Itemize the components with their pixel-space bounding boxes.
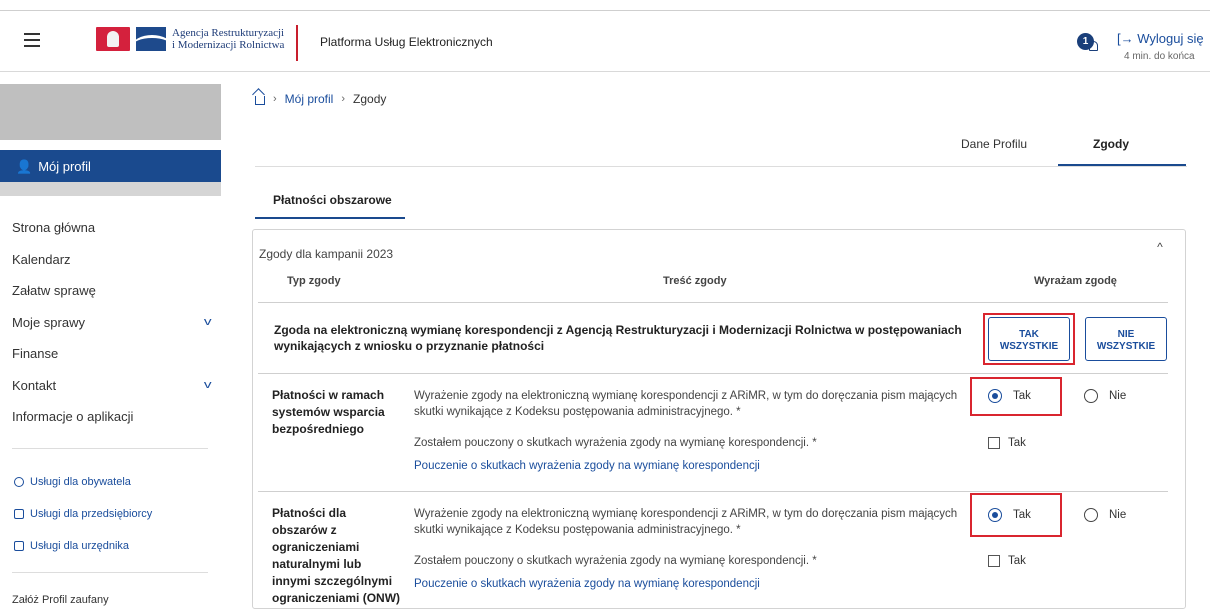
radio-unselected-icon — [1084, 389, 1098, 403]
sidebar-item-home[interactable]: Strona główna — [12, 212, 210, 244]
logo-line-2: i Modernizacji Rolnictwa — [172, 39, 285, 51]
sidebar-strip — [0, 182, 221, 196]
sidebar-item-handle-matter[interactable]: Załatw sprawę — [12, 275, 210, 307]
sidebar-services: Usługi dla obywatela Usługi dla przedsię… — [14, 466, 152, 562]
informed-checkbox[interactable]: Tak — [988, 437, 1026, 449]
chevron-down-icon: v — [203, 316, 212, 329]
sidebar-item-my-matters[interactable]: Moje sprawy v — [12, 307, 212, 339]
checkbox-icon — [988, 437, 1000, 449]
consent-no-radio[interactable]: Nie — [1084, 389, 1126, 403]
row-divider — [258, 491, 1168, 492]
section-title: Płatności dla obszarów z ograniczeniami … — [272, 506, 401, 605]
sidebar-item-contact[interactable]: Kontakt v — [12, 370, 212, 402]
sidebar-item-label: Załatw sprawę — [12, 283, 96, 299]
services-citizen-link[interactable]: Usługi dla obywatela — [14, 466, 152, 498]
service-label: Usługi dla przedsiębiorcy — [30, 508, 153, 520]
no-all-button[interactable]: NIE WSZYSTKIE — [1085, 317, 1167, 361]
sidebar-banner — [0, 84, 221, 140]
hamburger-menu-icon[interactable] — [24, 33, 40, 47]
column-header-consent: Wyrażam zgodę — [1034, 275, 1117, 287]
user-icon: 👤 — [16, 159, 33, 174]
bell-icon — [1089, 41, 1098, 51]
global-consent-text: Zgoda na elektroniczną wymianę korespond… — [274, 323, 962, 353]
sidebar-item-label: Finanse — [12, 346, 59, 362]
highlight-box — [970, 493, 1062, 537]
highlight-box — [970, 377, 1062, 416]
sidebar-divider — [12, 448, 208, 449]
service-label: Usługi dla obywatela — [30, 476, 131, 488]
sidebar-item-label: Kontakt — [12, 377, 57, 393]
sidebar-item-label: Mój profil — [38, 159, 91, 174]
tab-profile-data[interactable]: Dane Profilu — [961, 137, 1027, 151]
sidebar-item-calendar[interactable]: Kalendarz — [12, 244, 210, 276]
logout-icon: [→ — [1117, 31, 1134, 46]
section-title: Płatności w ramach systemów wsparcia bez… — [272, 388, 385, 436]
row-divider — [258, 373, 1168, 374]
services-business-link[interactable]: Usługi dla przedsiębiorcy — [14, 498, 152, 530]
sidebar-item-app-info[interactable]: Informacje o aplikacji — [12, 401, 210, 433]
monitor-icon — [14, 541, 24, 551]
trusted-profile-link[interactable]: Załóż Profil zaufany — [12, 594, 109, 606]
sidebar-item-label: Moje sprawy — [12, 314, 85, 330]
informed-text: Zostałem pouczony o skutkach wyrażenia z… — [414, 555, 817, 567]
logout-button[interactable]: [→ Wyloguj się — [1117, 31, 1204, 46]
breadcrumb-separator: › — [273, 93, 277, 105]
logout-label: Wyloguj się — [1137, 31, 1204, 46]
home-icon[interactable] — [255, 96, 265, 105]
breadcrumb-my-profile[interactable]: Mój profil — [285, 92, 334, 106]
informed-text: Zostałem pouczony o skutkach wyrażenia z… — [414, 437, 817, 449]
briefcase-icon — [14, 509, 24, 519]
notifications-button[interactable]: 1 — [1077, 33, 1107, 57]
informed-checkbox[interactable]: Tak — [988, 555, 1026, 567]
radio-unselected-icon — [1084, 508, 1098, 522]
checkbox-label: Tak — [1008, 555, 1026, 567]
consent-text: Wyrażenie zgody na elektroniczną wymianę… — [414, 508, 958, 536]
no-all-label-1: NIE — [1117, 329, 1135, 340]
highlight-box — [983, 313, 1075, 365]
chevron-down-icon: v — [203, 379, 212, 392]
column-header-content: Treść zgody — [663, 275, 727, 287]
header-divider — [296, 25, 298, 61]
arimr-logo[interactable]: Agencja Restrukturyzacji i Modernizacji … — [96, 27, 284, 51]
checkbox-label: Tak — [1008, 437, 1026, 449]
active-tab-indicator — [1058, 164, 1186, 166]
breadcrumb-current: Zgody — [353, 92, 387, 106]
breadcrumb: › Mój profil › Zgody — [255, 92, 386, 106]
instruction-link[interactable]: Pouczenie o skutkach wyrażenia zgody na … — [414, 460, 760, 472]
consent-no-radio[interactable]: Nie — [1084, 508, 1126, 522]
radio-label: Nie — [1109, 509, 1127, 521]
logo-text: Agencja Restrukturyzacji i Modernizacji … — [172, 27, 284, 51]
session-timer: 4 min. do końca — [1124, 51, 1195, 62]
sidebar-item-label: Informacje o aplikacji — [12, 409, 134, 425]
sidebar-item-label: Strona główna — [12, 220, 96, 236]
sidebar-item-finance[interactable]: Finanse — [12, 338, 210, 370]
no-all-label-2: WSZYSTKIE — [1096, 341, 1156, 352]
person-icon — [14, 477, 24, 487]
platform-title: Platforma Usług Elektronicznych — [320, 35, 493, 49]
top-header: Agencja Restrukturyzacji i Modernizacji … — [0, 10, 1210, 72]
sidebar-menu: Strona główna Kalendarz Załatw sprawę Mo… — [12, 212, 212, 433]
row-divider — [258, 302, 1168, 303]
subtab-indicator — [255, 217, 405, 219]
service-label: Usługi dla urzędnika — [30, 540, 130, 552]
campaign-title: Zgody dla kampanii 2023 — [259, 247, 394, 261]
column-header-type: Typ zgody — [287, 275, 341, 287]
checkbox-icon — [988, 555, 1000, 567]
breadcrumb-separator: › — [341, 93, 346, 105]
instruction-link[interactable]: Pouczenie o skutkach wyrażenia zgody na … — [414, 578, 760, 590]
sidebar: 👤 Mój profil Strona główna Kalendarz Zał… — [0, 72, 222, 606]
profile-tabs: Dane Profilu Zgody — [255, 137, 1187, 167]
services-official-link[interactable]: Usługi dla urzędnika — [14, 530, 152, 562]
sidebar-item-label: Kalendarz — [12, 251, 71, 267]
sidebar-divider — [12, 572, 208, 573]
tab-consents[interactable]: Zgody — [1093, 137, 1129, 151]
radio-label: Nie — [1109, 390, 1127, 402]
chevron-up-icon[interactable]: ^ — [1150, 237, 1170, 257]
eagle-emblem-icon — [96, 27, 130, 51]
logo-line-1: Agencja Restrukturyzacji — [172, 27, 285, 39]
consent-text: Wyrażenie zgody na elektroniczną wymianę… — [414, 390, 958, 418]
sidebar-item-my-profile[interactable]: 👤 Mój profil — [0, 150, 221, 182]
arimr-wave-icon — [136, 27, 166, 51]
